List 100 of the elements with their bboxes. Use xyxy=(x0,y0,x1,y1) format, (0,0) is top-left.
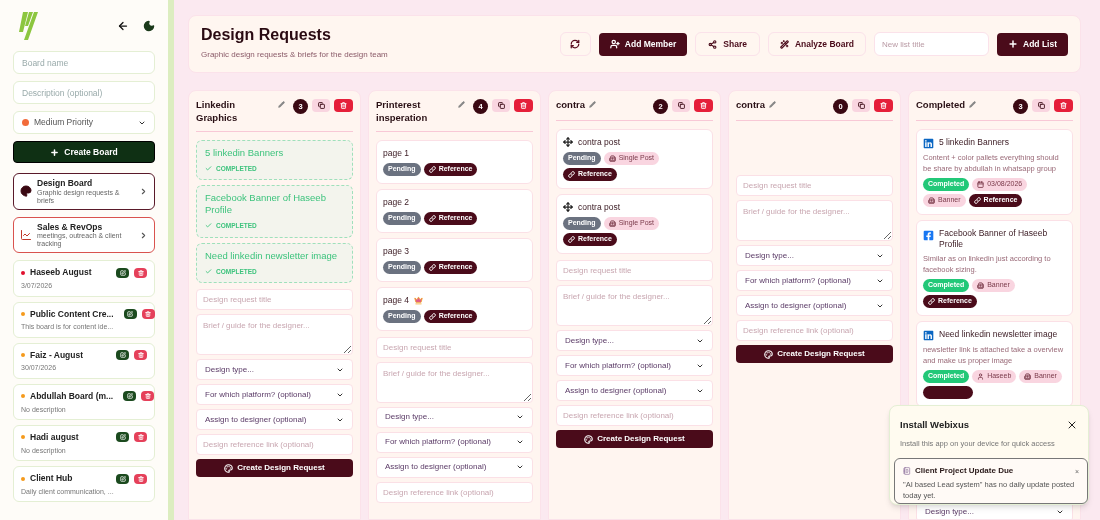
copy-button[interactable] xyxy=(312,99,330,112)
card-title: Facebook Banner of Haseeb Profile xyxy=(205,192,327,216)
linkedin-icon xyxy=(923,138,934,149)
edit-button[interactable] xyxy=(123,308,137,319)
card-title: contra post xyxy=(578,202,621,214)
select-field[interactable]: Design type... xyxy=(736,245,893,266)
select-field[interactable]: For which platform? (optional) xyxy=(196,384,353,406)
pencil-icon[interactable] xyxy=(969,101,977,108)
link-icon xyxy=(428,312,436,320)
back-button[interactable] xyxy=(117,20,129,32)
copy-button[interactable] xyxy=(492,99,510,112)
pencil-icon[interactable] xyxy=(278,101,285,108)
create-request-button[interactable]: Create Design Request xyxy=(556,430,713,449)
delete-button[interactable] xyxy=(141,391,155,402)
text-field[interactable]: Design request title xyxy=(196,289,353,311)
card-title: page 1 xyxy=(383,147,409,159)
share-button[interactable]: Share xyxy=(695,32,760,56)
copy-icon xyxy=(677,102,685,109)
add-list-button[interactable]: Add List xyxy=(997,32,1068,56)
page-subtitle: Graphic design requests & briefs for the design team xyxy=(201,49,388,61)
card-title: Need linkedin newsletter image xyxy=(205,249,339,262)
board-name: Hadi august xyxy=(30,431,79,444)
edit-button[interactable] xyxy=(116,350,129,361)
pencil-icon[interactable] xyxy=(769,101,777,108)
brief-field[interactable]: Brief / guide for the designer... xyxy=(736,200,893,241)
page-title: Design Requests xyxy=(201,27,332,43)
text-field[interactable]: Design reference link (optional) xyxy=(196,434,353,456)
priority-select[interactable]: Medium Priority xyxy=(13,111,155,134)
delete-button[interactable] xyxy=(1054,99,1073,112)
select-field[interactable]: Design type... xyxy=(376,406,533,428)
delete-button[interactable] xyxy=(134,432,147,443)
dark-mode-button[interactable] xyxy=(143,20,155,32)
card-title: contra post xyxy=(578,137,621,149)
link-icon xyxy=(928,298,935,306)
brief-field[interactable]: Brief / guide for the designer... xyxy=(196,314,353,356)
text-field[interactable]: Design reference link (optional) xyxy=(556,405,713,427)
description-field[interactable]: Description (optional) xyxy=(13,81,155,104)
select-field[interactable]: For which platform? (optional) xyxy=(736,270,893,291)
analyze-board-button[interactable]: Analyze Board xyxy=(767,32,866,56)
select-field[interactable]: Design type... xyxy=(556,330,713,352)
link-icon xyxy=(428,165,436,173)
copy-button[interactable] xyxy=(672,99,690,112)
select-field[interactable]: Design type... xyxy=(196,359,353,381)
text-field[interactable]: Design request title xyxy=(556,260,713,282)
pencil-icon[interactable] xyxy=(458,101,465,108)
pencil-icon[interactable] xyxy=(589,101,597,108)
copy-button[interactable] xyxy=(1032,99,1050,112)
create-request-button[interactable]: Create Design Request xyxy=(196,459,353,478)
link-icon xyxy=(568,236,575,244)
trash-icon xyxy=(137,475,144,482)
edit-button[interactable] xyxy=(116,267,129,278)
delete-button[interactable] xyxy=(134,350,147,361)
delete-button[interactable] xyxy=(694,99,713,112)
text-field[interactable]: Design reference link (optional) xyxy=(376,481,533,503)
board-name-field[interactable]: Board name xyxy=(13,51,155,74)
text-field[interactable]: Design request title xyxy=(376,336,533,358)
logo-icon xyxy=(19,12,39,40)
reference-link[interactable] xyxy=(923,386,973,400)
create-request-button[interactable]: Create Design Request xyxy=(736,345,893,363)
delete-button[interactable] xyxy=(141,308,155,319)
chart-icon xyxy=(20,229,32,242)
edit-button[interactable] xyxy=(116,473,129,484)
refresh-button[interactable] xyxy=(559,32,591,56)
linkedin-icon xyxy=(923,330,934,342)
brief-field[interactable]: Brief / guide for the designer... xyxy=(556,285,713,327)
palette-icon xyxy=(20,185,32,198)
card-title: page 3 xyxy=(383,245,409,257)
check-icon xyxy=(205,164,212,172)
delete-button[interactable] xyxy=(514,99,533,112)
chevron-icon xyxy=(139,230,148,240)
select-field[interactable]: For which platform? (optional) xyxy=(376,431,533,453)
select-field[interactable]: Assign to designer (optional) xyxy=(376,456,533,478)
edit-button[interactable] xyxy=(116,432,129,443)
delete-button[interactable] xyxy=(134,267,147,278)
select-field[interactable]: For which platform? (optional) xyxy=(556,355,713,377)
edit-icon xyxy=(126,393,133,400)
edit-icon xyxy=(127,310,134,317)
trash-icon xyxy=(137,269,144,276)
edit-icon xyxy=(119,475,126,482)
chevron-icon xyxy=(139,186,148,196)
copy-button[interactable] xyxy=(852,99,870,112)
building-icon xyxy=(1024,373,1032,381)
select-field[interactable]: Assign to designer (optional) xyxy=(196,409,353,431)
brief-field[interactable]: Brief / guide for the designer... xyxy=(376,361,533,403)
add-member-button[interactable]: Add Member xyxy=(598,32,688,56)
facebook-icon xyxy=(923,230,934,241)
trash-icon xyxy=(700,102,707,109)
new-list-field[interactable]: New list title xyxy=(874,32,989,56)
copy-icon xyxy=(317,102,325,109)
delete-button[interactable] xyxy=(134,473,147,484)
palette-icon xyxy=(764,349,774,359)
text-field[interactable]: Design reference link (optional) xyxy=(736,320,893,341)
board-name: Abdullah Board (m... xyxy=(30,389,114,403)
select-field[interactable]: Assign to designer (optional) xyxy=(556,380,713,402)
create-board-button[interactable]: Create Board xyxy=(13,141,155,163)
edit-button[interactable] xyxy=(123,391,137,402)
select-field[interactable]: Assign to designer (optional) xyxy=(736,295,893,316)
delete-button[interactable] xyxy=(334,99,353,112)
text-field[interactable]: Design request title xyxy=(736,175,893,196)
delete-button[interactable] xyxy=(874,99,893,112)
